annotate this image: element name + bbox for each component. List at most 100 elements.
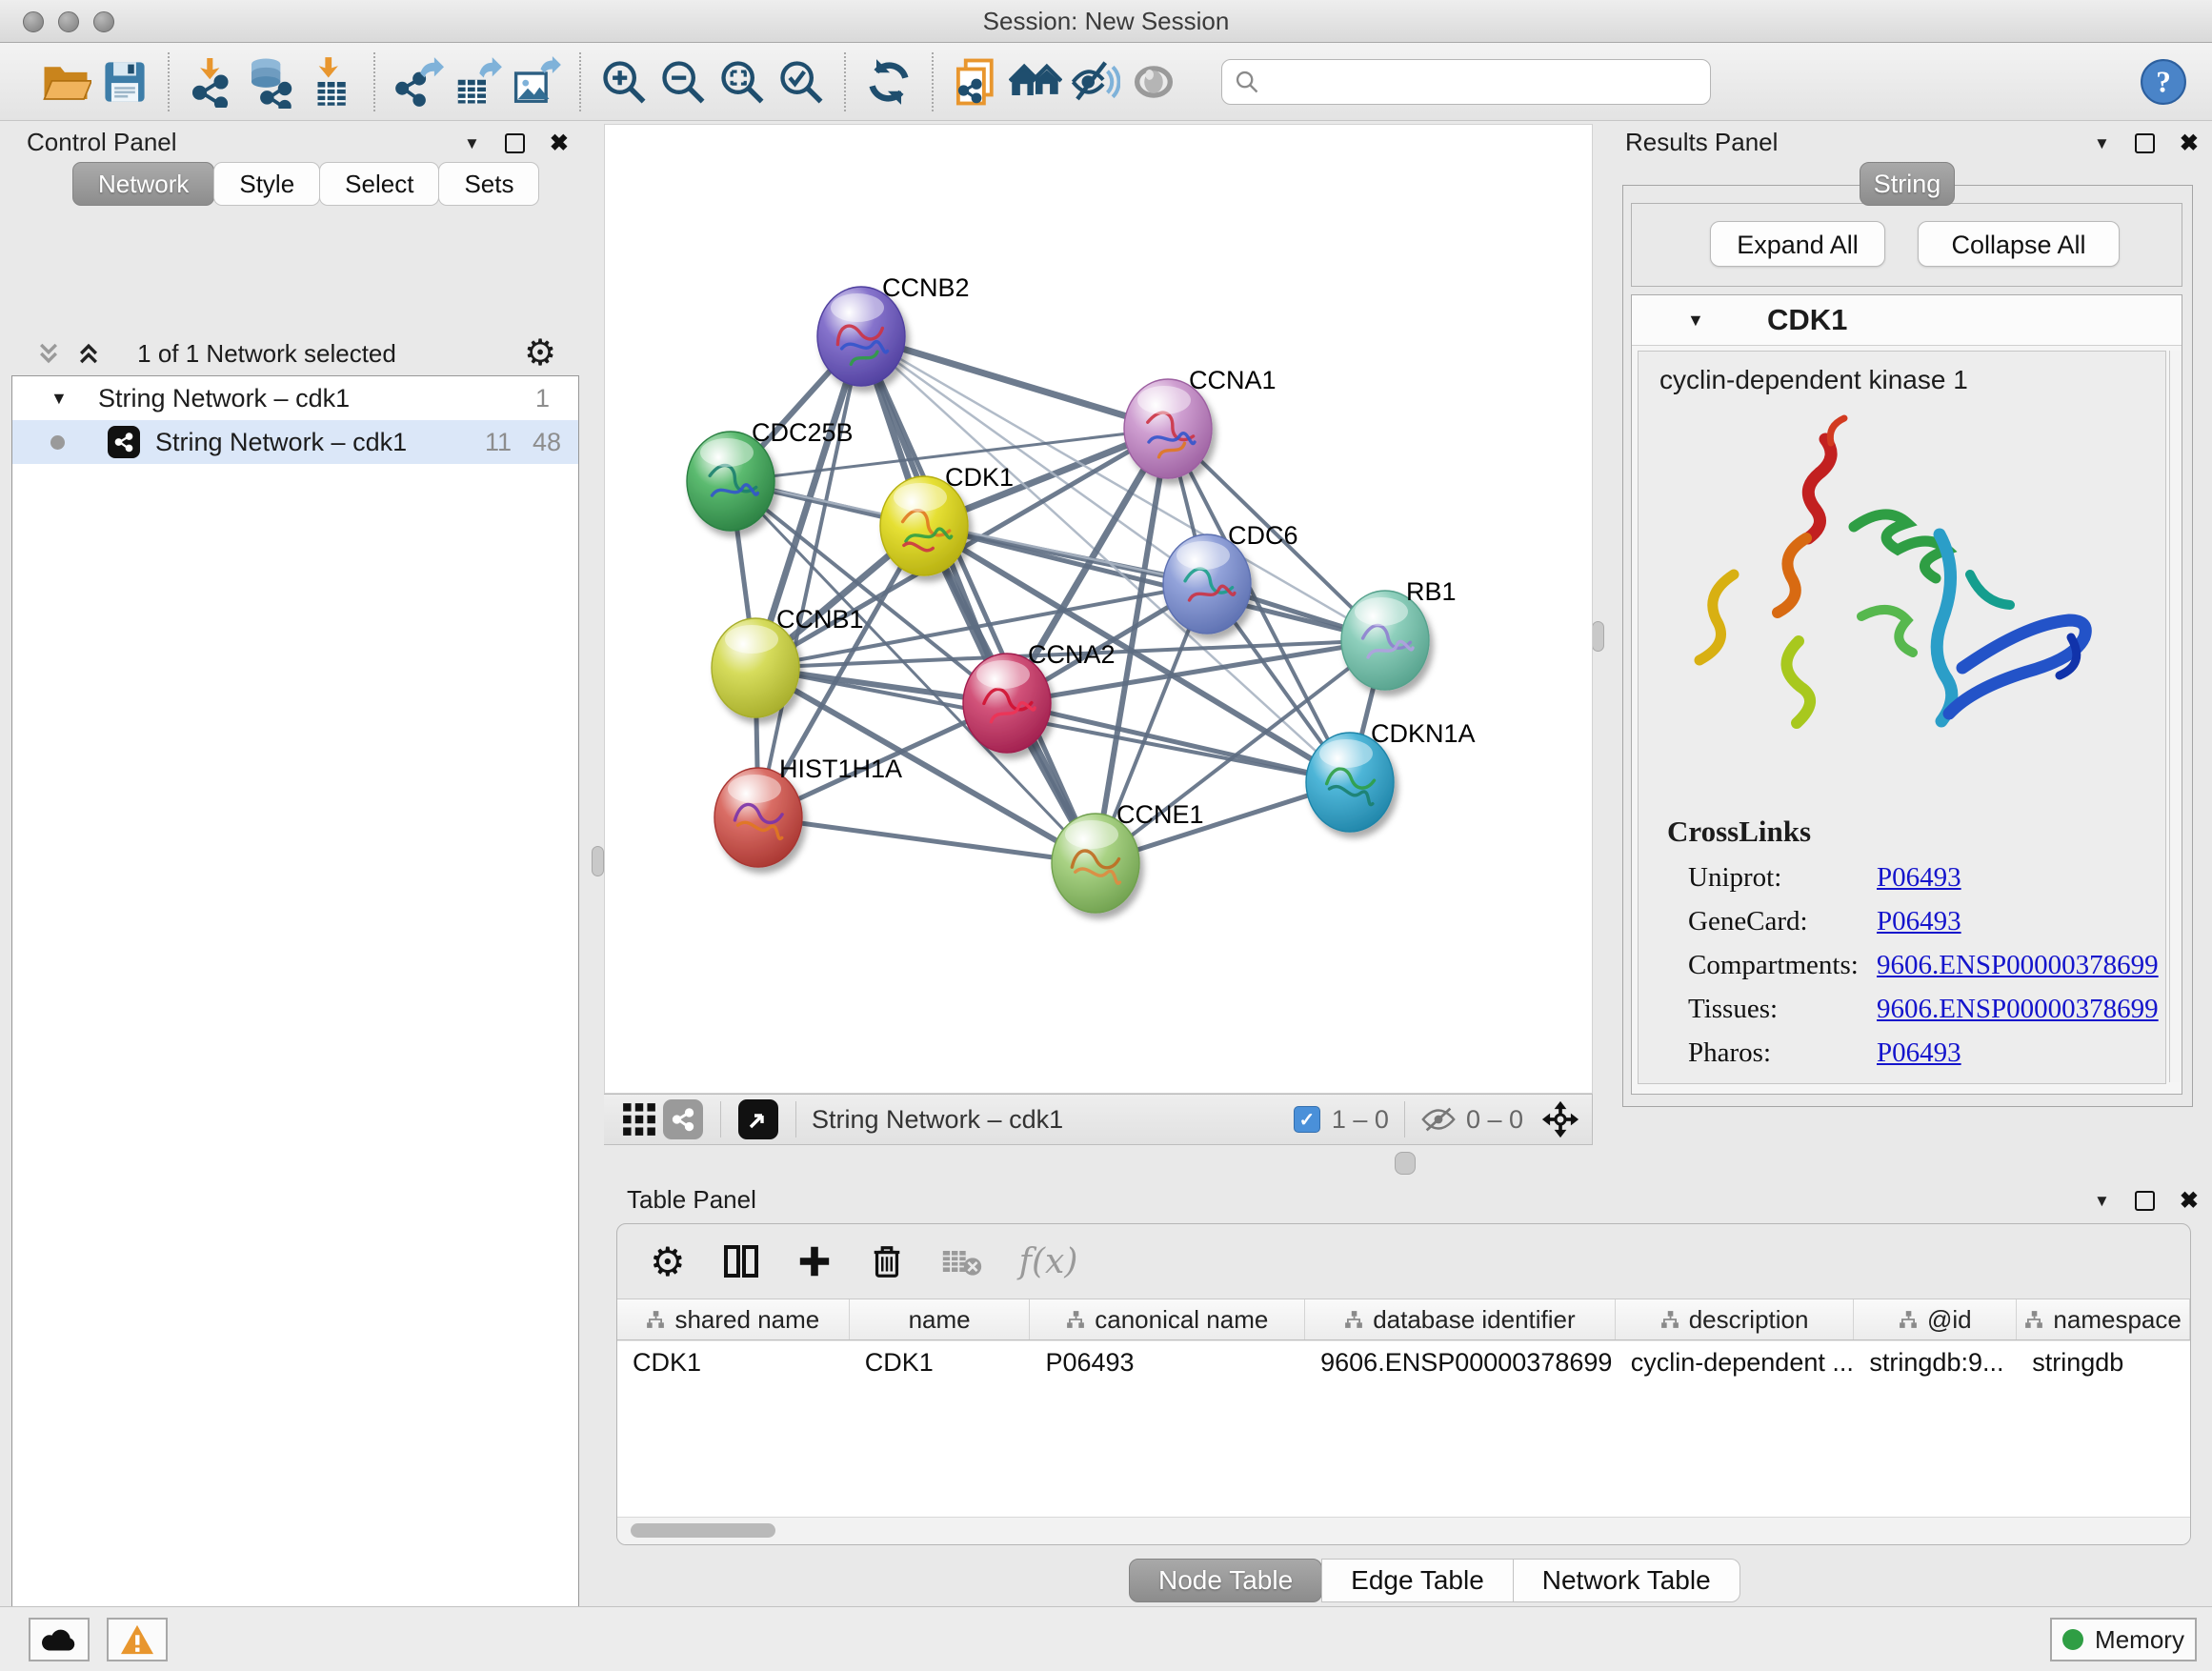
table-horizontal-scrollbar[interactable] <box>617 1517 2190 1544</box>
birdseye-view-button[interactable] <box>736 1097 780 1141</box>
network-canvas[interactable]: CCNB2CCNA1CDC25BCDK1CDC6RB1CCNB1CCNA2CDK… <box>604 124 1593 1094</box>
tree-expander-icon[interactable]: ▼ <box>50 389 68 409</box>
edge-CCNB2-HIST1H1A[interactable] <box>758 336 861 817</box>
table-scrollbar-thumb[interactable] <box>631 1523 775 1538</box>
network-node-CCNB2[interactable]: CCNB2 <box>817 273 970 386</box>
column-header--id[interactable]: @id <box>1854 1299 2017 1339</box>
zoom-out-button[interactable] <box>654 52 713 111</box>
table-cell[interactable]: CDK1 <box>850 1341 1031 1383</box>
tab-select[interactable]: Select <box>319 162 439 206</box>
network-node-HIST1H1A[interactable]: HIST1H1A <box>714 755 902 867</box>
crosslink-link[interactable]: 9606.ENSP00000378699 <box>1877 994 2159 1025</box>
network-node-CCNB1[interactable]: CCNB1 <box>712 605 864 717</box>
birdseye-arrow-icon <box>738 1099 778 1139</box>
column-header-namespace[interactable]: namespace <box>2017 1299 2190 1339</box>
column-header-name[interactable]: name <box>850 1299 1031 1339</box>
network-row[interactable]: String Network – cdk1 11 48 <box>12 420 578 464</box>
results-panel-float-icon[interactable] <box>2135 133 2155 153</box>
export-image-button[interactable] <box>507 52 566 111</box>
table-panel-collapse-icon[interactable]: ▼ <box>2094 1192 2110 1211</box>
crosslink-link[interactable]: P06493 <box>1877 1037 1961 1069</box>
control-panel-collapse-icon[interactable]: ▼ <box>464 134 480 153</box>
import-network-from-database-button[interactable] <box>242 52 301 111</box>
columns-icon[interactable] <box>722 1242 760 1280</box>
table-cell[interactable]: stringdb <box>2017 1341 2190 1383</box>
collapse-all-button[interactable]: Collapse All <box>1918 221 2120 267</box>
column-header-label: canonical name <box>1095 1305 1268 1335</box>
tab-style[interactable]: Style <box>213 162 320 206</box>
column-header-canonical-name[interactable]: canonical name <box>1030 1299 1305 1339</box>
network-node-CDK1[interactable]: CDK1 <box>880 463 1014 575</box>
table-row[interactable]: CDK1CDK1P064939606.ENSP00000378699cyclin… <box>617 1341 2190 1383</box>
tab-node-table[interactable]: Node Table <box>1129 1559 1322 1602</box>
right-splitter-handle[interactable] <box>1592 621 1604 652</box>
control-panel-header: Control Panel ▼ ✖ <box>0 120 591 162</box>
column-header-description[interactable]: description <box>1616 1299 1855 1339</box>
crosslink-link[interactable]: P06493 <box>1877 906 1961 937</box>
zoom-in-button[interactable] <box>594 52 654 111</box>
edge-CCNE1-HIST1H1A[interactable] <box>758 817 1096 863</box>
table-cell[interactable]: cyclin-dependent ... <box>1616 1341 1855 1383</box>
bottom-splitter-handle[interactable] <box>1395 1152 1416 1175</box>
show-graphics-details-button[interactable] <box>1124 52 1183 111</box>
table-panel-float-icon[interactable] <box>2135 1191 2155 1211</box>
control-panel-float-icon[interactable] <box>505 133 525 153</box>
column-header-database-identifier[interactable]: database identifier <box>1305 1299 1616 1339</box>
cloud-status-button[interactable] <box>29 1618 90 1661</box>
first-neighbors-button[interactable] <box>1006 52 1065 111</box>
memory-button[interactable]: Memory <box>2050 1618 2197 1661</box>
results-panel-close-icon[interactable]: ✖ <box>2180 130 2199 157</box>
network-from-selection-button[interactable] <box>947 52 1006 111</box>
selected-visible-checkbox[interactable]: ✓ <box>1294 1106 1320 1133</box>
import-table-button[interactable] <box>301 52 360 111</box>
search-input[interactable] <box>1221 59 1711 105</box>
save-session-button[interactable] <box>95 52 154 111</box>
table-panel-close-icon[interactable]: ✖ <box>2180 1187 2199 1215</box>
results-panel-collapse-icon[interactable]: ▼ <box>2094 134 2110 153</box>
column-header-label: database identifier <box>1373 1305 1575 1335</box>
cloud-icon <box>39 1625 79 1654</box>
tab-sets[interactable]: Sets <box>438 162 539 206</box>
add-column-icon[interactable] <box>796 1243 833 1279</box>
zoom-fit-content-button[interactable] <box>713 52 772 111</box>
tab-edge-table[interactable]: Edge Table <box>1321 1559 1514 1602</box>
network-view-button[interactable] <box>661 1097 705 1141</box>
column-header-shared-name[interactable]: shared name <box>617 1299 850 1339</box>
export-network-button[interactable] <box>389 52 448 111</box>
table-cell[interactable]: P06493 <box>1030 1341 1305 1383</box>
hide-selected-button[interactable] <box>1065 52 1124 111</box>
network-collection-row[interactable]: ▼ String Network – cdk1 1 <box>12 376 578 420</box>
apply-preferred-layout-button[interactable] <box>859 52 918 111</box>
network-node-CCNA1[interactable]: CCNA1 <box>1124 366 1277 478</box>
table-cell[interactable]: stringdb:9... <box>1854 1341 2017 1383</box>
control-panel-close-icon[interactable]: ✖ <box>550 130 569 157</box>
pan-mode-button[interactable] <box>1538 1097 1582 1141</box>
edge-CCNB2-CCNA1[interactable] <box>861 336 1168 429</box>
expand-all-button[interactable]: Expand All <box>1710 221 1885 267</box>
network-node-CDKN1A[interactable]: CDKN1A <box>1306 719 1476 832</box>
tab-string[interactable]: String <box>1860 162 1955 206</box>
table-cell[interactable]: 9606.ENSP00000378699 <box>1305 1341 1616 1383</box>
crosslink-link[interactable]: 9606.ENSP00000378699 <box>1877 950 2159 981</box>
tab-network[interactable]: Network <box>72 162 214 206</box>
edge-CCNB2-CCNE1[interactable] <box>861 336 1096 863</box>
table-cell[interactable]: CDK1 <box>617 1341 850 1383</box>
table-options-gear-icon[interactable]: ⚙ <box>650 1238 686 1285</box>
edge-CCNA2-CDKN1A[interactable] <box>1007 703 1350 782</box>
export-table-button[interactable] <box>448 52 507 111</box>
open-session-button[interactable] <box>36 52 95 111</box>
left-splitter-handle[interactable] <box>592 846 604 876</box>
crosslink-link[interactable]: P06493 <box>1877 862 1961 894</box>
grid-view-button[interactable] <box>617 1097 661 1141</box>
tab-network-table[interactable]: Network Table <box>1513 1559 1740 1602</box>
warning-status-button[interactable] <box>107 1618 168 1661</box>
results-entry-header[interactable]: ▼ CDK1 <box>1632 295 2182 346</box>
import-network-button[interactable] <box>183 52 242 111</box>
network-options-gear-icon[interactable]: ⚙ <box>524 332 556 373</box>
entry-collapse-triangle-icon[interactable]: ▼ <box>1687 311 1704 331</box>
help-button[interactable]: ? <box>2134 52 2193 111</box>
zoom-selected-button[interactable] <box>772 52 831 111</box>
delete-column-icon[interactable] <box>869 1243 905 1279</box>
results-scrollbar[interactable] <box>2169 351 2182 1082</box>
network-node-RB1[interactable]: RB1 <box>1341 577 1457 690</box>
